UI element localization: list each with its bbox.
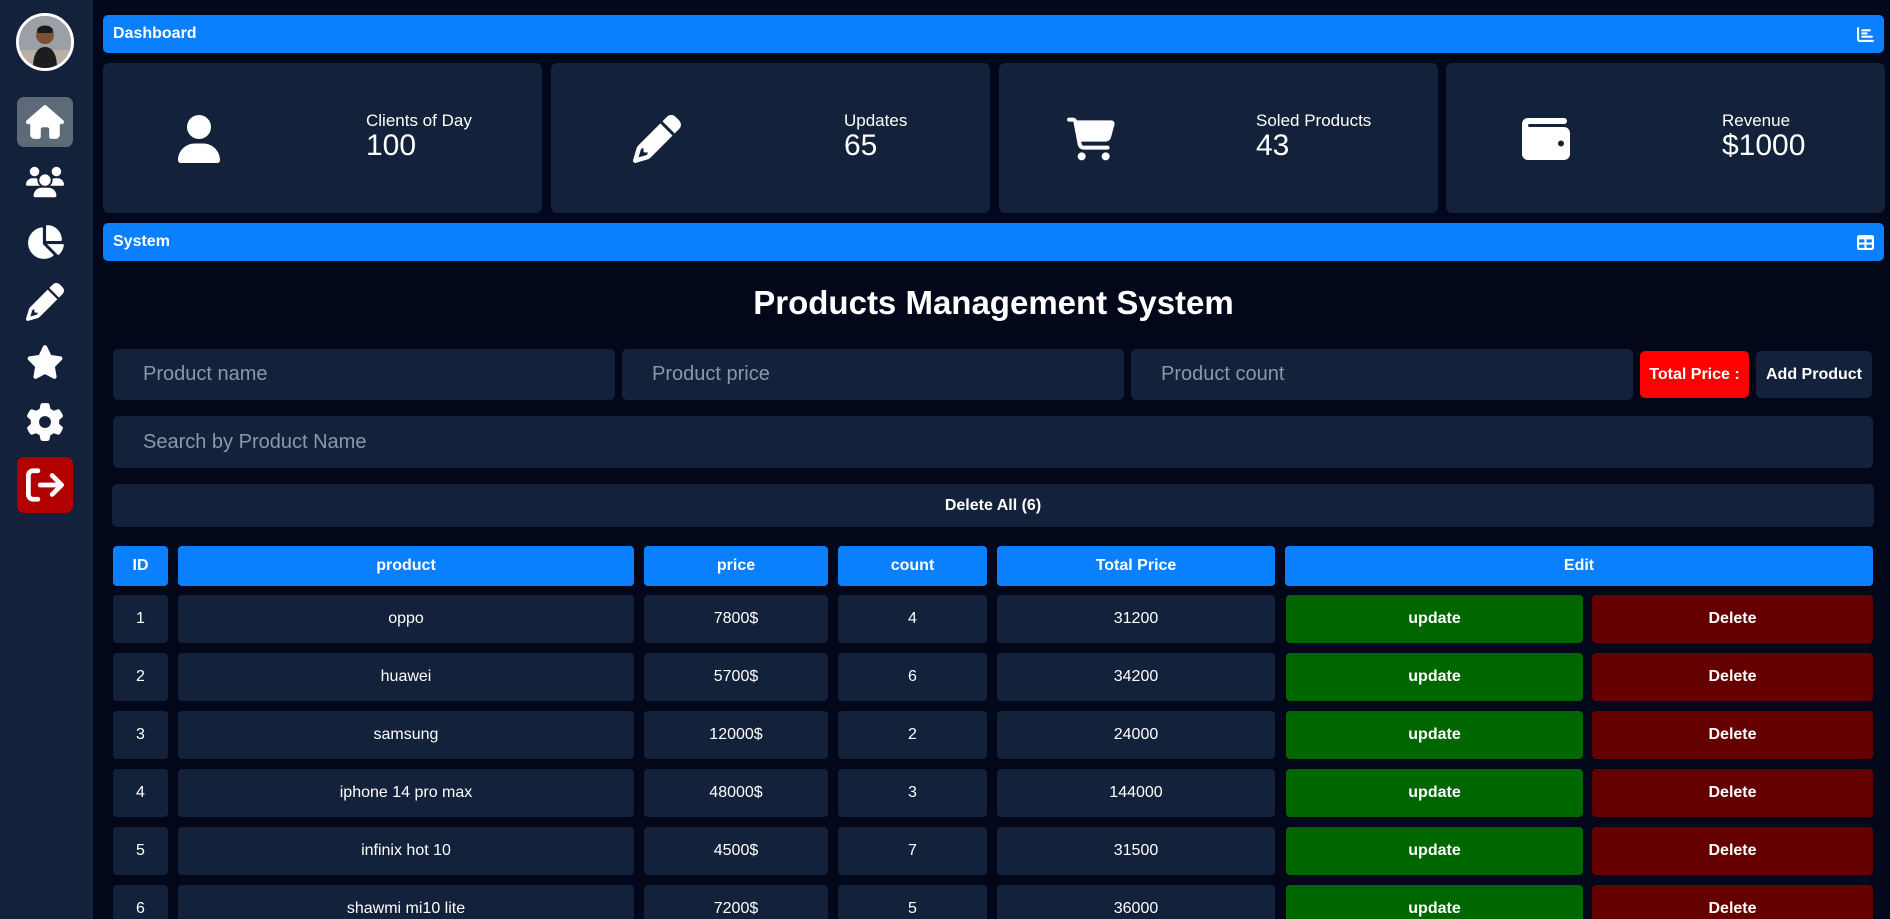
stat-card-revenue: Revenue $1000 [1446,63,1885,213]
stat-label: Revenue [1722,111,1791,130]
cell-price: 4500$ [644,827,828,875]
product-name-input[interactable] [113,349,615,400]
cell-count: 2 [838,711,987,759]
cell-product: samsung [178,711,634,759]
cell-total: 31200 [997,595,1275,643]
sidebar-item-favorites[interactable] [17,337,73,387]
sign-out-icon [26,468,64,502]
stat-label: Soled Products [1256,111,1372,130]
user-icon [175,115,223,163]
home-icon [26,105,64,139]
update-button[interactable]: update [1286,653,1583,701]
sidebar-item-users[interactable] [17,157,73,207]
sidebar-item-settings[interactable] [17,397,73,447]
delete-button[interactable]: Delete [1592,885,1873,919]
cell-count: 6 [838,653,987,701]
cell-price: 12000$ [644,711,828,759]
cell-total: 31500 [997,827,1275,875]
update-button[interactable]: update [1286,595,1583,643]
system-title: System [113,233,170,250]
cell-product: infinix hot 10 [178,827,634,875]
delete-button[interactable]: Delete [1592,595,1873,643]
avatar-image [19,16,71,68]
cell-price: 5700$ [644,653,828,701]
cell-count: 7 [838,827,987,875]
product-count-input[interactable] [1131,349,1633,400]
column-header-count: count [838,546,987,586]
cell-id: 3 [113,711,168,759]
stat-card-clients: Clients of Day 100 [103,63,542,213]
update-button[interactable]: update [1286,769,1583,817]
avatar[interactable] [16,13,74,71]
delete-all-button[interactable]: Delete All (6) [112,484,1874,527]
pencil-icon [26,283,64,321]
column-header-product: product [178,546,634,586]
cell-product: oppo [178,595,634,643]
column-header-total-price: Total Price [997,546,1275,586]
column-header-id: ID [113,546,168,586]
sidebar-item-home[interactable] [17,97,73,147]
gear-icon [27,403,63,441]
cell-id: 4 [113,769,168,817]
star-icon [27,345,63,379]
sidebar [0,0,93,919]
cell-price: 48000$ [644,769,828,817]
update-button[interactable]: update [1286,711,1583,759]
pencil-icon [633,114,681,163]
cell-count: 4 [838,595,987,643]
stat-label: Updates [844,111,908,130]
sidebar-item-logout[interactable] [17,457,73,513]
cell-id: 1 [113,595,168,643]
wallet-icon [1522,115,1570,163]
chart-bar-icon[interactable] [1857,26,1874,43]
update-button[interactable]: update [1286,827,1583,875]
cell-price: 7800$ [644,595,828,643]
column-header-edit: Edit [1285,546,1873,586]
column-header-price: price [644,546,828,586]
cell-id: 5 [113,827,168,875]
cell-count: 5 [838,885,987,919]
cell-price: 7200$ [644,885,828,919]
stat-value: $1000 [1722,129,1806,162]
dashboard-title: Dashboard [113,25,197,42]
cell-total: 144000 [997,769,1275,817]
cart-icon [1067,115,1115,163]
system-header: System [103,223,1884,261]
stat-card-sold-products: Soled Products 43 [999,63,1438,213]
page-title: Products Management System [753,284,1234,321]
search-input[interactable] [113,416,1873,468]
chart-pie-icon [28,225,64,259]
stat-value: 43 [1256,129,1290,162]
product-price-input[interactable] [622,349,1124,400]
stat-value: 65 [844,129,878,162]
sidebar-item-reports[interactable] [17,217,73,267]
stat-label: Clients of Day [366,111,472,130]
delete-button[interactable]: Delete [1592,769,1873,817]
cell-total: 36000 [997,885,1275,919]
total-price-badge: Total Price : [1640,351,1749,398]
cell-product: iphone 14 pro max [178,769,634,817]
update-button[interactable]: update [1286,885,1583,919]
cell-total: 24000 [997,711,1275,759]
cell-count: 3 [838,769,987,817]
users-icon [26,166,64,198]
add-product-button[interactable]: Add Product [1756,351,1872,398]
delete-button[interactable]: Delete [1592,827,1873,875]
dashboard-header: Dashboard [103,15,1884,53]
delete-button[interactable]: Delete [1592,711,1873,759]
cell-id: 2 [113,653,168,701]
delete-button[interactable]: Delete [1592,653,1873,701]
stat-value: 100 [366,129,417,162]
stat-card-updates: Updates 65 [551,63,990,213]
sidebar-item-edit[interactable] [17,277,73,327]
cell-product: shawmi mi10 lite [178,885,634,919]
cell-product: huawei [178,653,634,701]
table-icon[interactable] [1857,234,1874,251]
cell-total: 34200 [997,653,1275,701]
cell-id: 6 [113,885,168,919]
